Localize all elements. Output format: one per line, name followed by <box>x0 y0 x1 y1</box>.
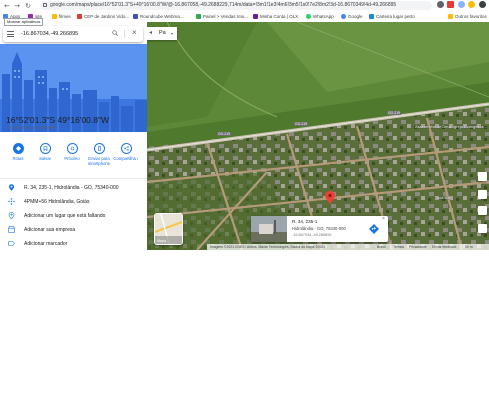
address-bar[interactable]: google.com/maps/place/16°52'01.3"S+49°16… <box>40 1 432 10</box>
add-label-row[interactable]: Adicionar marcador <box>0 237 147 251</box>
terms-link[interactable]: Termos <box>393 244 404 250</box>
star-extension-icon[interactable] <box>468 1 475 8</box>
add-place-icon <box>8 212 15 219</box>
browser-chrome: ← → ↻ google.com/maps/place/16°52'01.3"S… <box>0 0 489 22</box>
category-button[interactable]: ◂ Pa ▾ <box>147 27 177 40</box>
place-label-church[interactable]: Assembléia de Deus Igreja Evangélica... <box>415 124 487 129</box>
close-icon[interactable]: × <box>132 28 137 38</box>
bookmark-carteira[interactable]: Carteira lugar perto <box>369 11 415 21</box>
layer-toggle[interactable]: Mapa <box>154 213 183 245</box>
add-missing-place-row[interactable]: Adicionar um lugar que está faltando <box>0 209 147 223</box>
bookmark-google[interactable]: Google <box>341 11 363 21</box>
satellite-map[interactable]: GO-219 GO-219 GO-219 Assembléia de Deus … <box>147 22 489 250</box>
apps-tooltip: Mostrar aplicativos <box>4 18 44 26</box>
add-business-row[interactable]: Adicionar sua empresa <box>0 223 147 237</box>
pluscode-icon <box>8 198 15 205</box>
nearby-icon <box>70 146 74 151</box>
road-label: GO-219 <box>387 111 402 115</box>
menu-icon[interactable] <box>7 31 14 37</box>
back-icon[interactable]: ← <box>3 2 11 10</box>
directions-icon <box>15 146 21 151</box>
bookmark-outros[interactable]: Outros favoritos <box>448 11 487 21</box>
road-label: GO-219 <box>294 122 309 126</box>
place-label-bar[interactable]: Toca Bar <box>435 195 451 200</box>
pdf-extension-icon[interactable] <box>447 1 454 8</box>
chevron-down-icon: ▾ <box>171 31 174 36</box>
place-photo[interactable] <box>251 216 287 242</box>
label-icon <box>8 241 15 246</box>
bookmark-filmes[interactable]: filmes <box>52 11 71 21</box>
scale-label: 50 m <box>465 245 473 249</box>
zoom-in-button[interactable] <box>478 206 487 215</box>
bookmark-whatsapp[interactable]: WhatsApp <box>306 11 334 21</box>
business-icon <box>8 226 15 233</box>
bookmark-icon <box>43 146 47 151</box>
privacy-link[interactable]: Privacidade <box>409 244 427 250</box>
zoom-out-button[interactable] <box>478 224 487 233</box>
send-to-phone-button[interactable]: Enviar para smartphone <box>86 140 112 166</box>
search-icon[interactable] <box>112 30 118 36</box>
phone-icon <box>97 146 101 151</box>
my-location-button[interactable] <box>478 172 487 181</box>
close-icon[interactable]: × <box>382 216 385 222</box>
search-input[interactable]: -16.867034,-49.266895 <box>21 26 78 42</box>
directions-icon[interactable] <box>369 224 379 234</box>
card-address: Hidrolândia - GO, 75340-000 <box>292 226 346 231</box>
url-text: google.com/maps/place/16°52'01.3"S+49°16… <box>50 2 397 8</box>
pin-icon <box>9 184 14 191</box>
plus-code-row[interactable]: 4PMM+56 Hidrolândia, Goiás <box>0 195 147 209</box>
road-label: GO-219 <box>217 132 232 136</box>
bookmark-olx[interactable]: Minha Conta | OLX <box>253 11 298 21</box>
place-title: 16°52'01.3"S 49°16'00.8"W <box>6 115 110 125</box>
bookmark-cep[interactable]: CEP de Jardins Vido... <box>77 11 129 21</box>
bookmarks-bar: Apps site filmes CEP de Jardins Vido... … <box>0 11 489 21</box>
extension-icon-2[interactable] <box>458 1 465 8</box>
feedback-link[interactable]: Enviar feedback <box>432 244 456 250</box>
card-title: R. 34, 235-1 <box>292 219 318 224</box>
forward-icon[interactable]: → <box>13 2 21 10</box>
profile-avatar[interactable] <box>479 1 486 8</box>
map-footer: Imagens ©2021 CNES / Airbus, Maxar Techn… <box>207 244 489 250</box>
divider <box>0 178 147 179</box>
nearby-button[interactable]: Próximo <box>59 140 85 161</box>
bookmark-painel[interactable]: Painel > Vendas Ims... <box>196 11 248 21</box>
address-row[interactable]: R. 34, 235-1, Hidrolândia - GO, 75340-00… <box>0 181 147 195</box>
place-card[interactable]: R. 34, 235-1 Hidrolândia - GO, 75340-000… <box>251 216 388 242</box>
directions-button[interactable]: Rotas <box>5 140 31 161</box>
search-divider <box>124 30 125 38</box>
attribution-text: Imagens ©2021 CNES / Airbus, Maxar Techn… <box>210 245 326 249</box>
country-link[interactable]: Brasil <box>377 244 385 250</box>
lock-icon <box>43 3 47 7</box>
place-subtitle: -16.867034,-49.266895 <box>6 126 56 131</box>
bookmark-roundcube[interactable]: Roundcube Webma... <box>133 11 183 21</box>
card-coords: -16.867034,-49.266895 <box>292 233 332 237</box>
action-buttons: Rotas Salvar Próximo Enviar para smartph… <box>0 140 147 172</box>
search-box[interactable]: -16.867034,-49.266895 × <box>3 26 143 42</box>
extension-icon[interactable] <box>437 1 444 8</box>
share-icon <box>123 146 129 151</box>
place-panel: -16.867034,-49.266895 × 16°52'01.3"S 49°… <box>0 22 148 250</box>
pegman-icon[interactable] <box>478 190 487 199</box>
save-button[interactable]: Salvar <box>32 140 58 161</box>
share-button[interactable]: Compartilha r <box>113 140 139 161</box>
collapse-panel-icon[interactable]: ◂ <box>149 27 152 40</box>
reload-icon[interactable]: ↻ <box>24 2 32 10</box>
